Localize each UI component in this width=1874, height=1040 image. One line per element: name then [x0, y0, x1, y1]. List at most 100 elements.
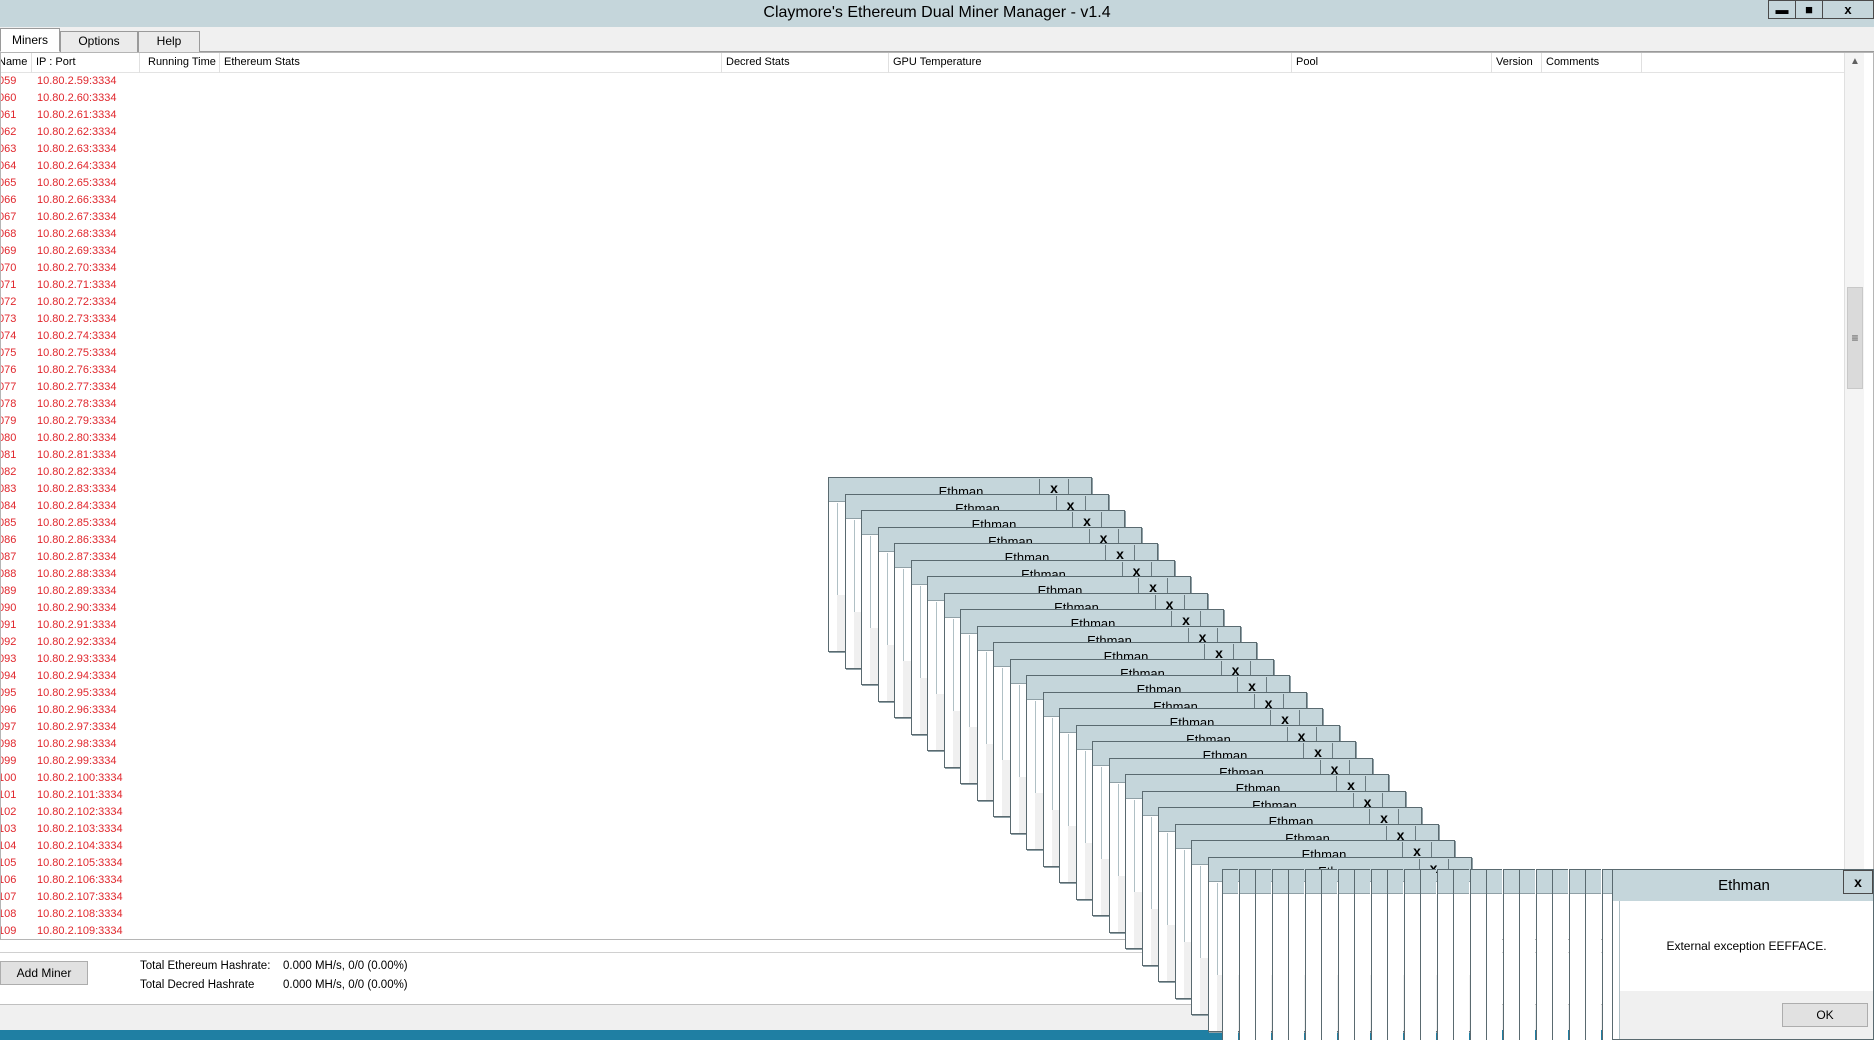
error-dialog-title-bar[interactable]: [1371, 870, 1387, 894]
error-dialog-title-bar[interactable]: [1503, 870, 1519, 894]
table-row[interactable]: 078 10.80.2.78:3334: [1, 397, 1846, 414]
error-dialog-title-bar[interactable]: [1239, 870, 1255, 894]
error-dialog[interactable]: [1321, 869, 1337, 1040]
error-dialog-title-bar[interactable]: [1272, 870, 1288, 894]
table-row[interactable]: 070 10.80.2.70:3334: [1, 261, 1846, 278]
table-row[interactable]: 072 10.80.2.72:3334: [1, 295, 1846, 312]
table-row[interactable]: 079 10.80.2.79:3334: [1, 414, 1846, 431]
error-dialog[interactable]: [1370, 869, 1387, 1040]
error-dialog[interactable]: [1519, 869, 1535, 1040]
column-header-gpu-temperature[interactable]: GPU Temperature: [889, 53, 1292, 73]
table-row[interactable]: 067 10.80.2.67:3334: [1, 210, 1846, 227]
column-header-decred-stats[interactable]: Decred Stats: [722, 53, 889, 73]
error-dialog[interactable]: [1354, 869, 1370, 1040]
table-row[interactable]: 075 10.80.2.75:3334: [1, 346, 1846, 363]
column-header-name[interactable]: Name: [1, 53, 32, 73]
error-dialog-title-bar[interactable]: [1421, 870, 1436, 894]
error-dialog-title-bar[interactable]: [1256, 870, 1271, 894]
close-button[interactable]: x: [1822, 0, 1874, 19]
vertical-scrollbar[interactable]: ▲ ≡ ▼: [1844, 53, 1864, 939]
error-dialog-title-bar[interactable]: [1437, 870, 1453, 894]
table-row[interactable]: 100 10.80.2.100:3334: [1, 771, 1846, 788]
table-row[interactable]: 073 10.80.2.73:3334: [1, 312, 1846, 329]
error-dialog[interactable]: [1469, 869, 1486, 1040]
error-dialog-title-bar[interactable]: [1454, 870, 1469, 894]
table-row[interactable]: 098 10.80.2.98:3334: [1, 737, 1846, 754]
error-dialog-title-bar[interactable]: [1470, 870, 1486, 894]
error-dialog[interactable]: [1387, 869, 1403, 1040]
error-dialog-title-bar[interactable]: [1569, 870, 1585, 894]
table-row[interactable]: 063 10.80.2.63:3334: [1, 142, 1846, 159]
table-row[interactable]: 103 10.80.2.103:3334: [1, 822, 1846, 839]
column-header-ethereum-stats[interactable]: Ethereum Stats: [220, 53, 722, 73]
error-dialog[interactable]: [1255, 869, 1271, 1040]
table-row[interactable]: 060 10.80.2.60:3334: [1, 91, 1846, 108]
error-dialog[interactable]: [1453, 869, 1469, 1040]
error-dialog-title-bar[interactable]: [1223, 870, 1238, 894]
error-dialog-title-bar[interactable]: [1388, 870, 1403, 894]
table-row[interactable]: 101 10.80.2.101:3334: [1, 788, 1846, 805]
minimize-button[interactable]: ▬: [1768, 0, 1796, 19]
error-dialog[interactable]: [1403, 869, 1420, 1040]
error-dialog-title-bar[interactable]: [1289, 870, 1304, 894]
table-row[interactable]: 071 10.80.2.71:3334: [1, 278, 1846, 295]
add-miner-button[interactable]: Add Miner: [0, 961, 88, 985]
maximize-button[interactable]: ■: [1795, 0, 1823, 19]
column-header-version[interactable]: Version: [1492, 53, 1542, 73]
tab-miners[interactable]: Miners: [0, 28, 60, 52]
table-row[interactable]: 080 10.80.2.80:3334: [1, 431, 1846, 448]
column-header-ip-port[interactable]: IP : Port: [32, 53, 140, 73]
error-dialog[interactable]: [1304, 869, 1321, 1040]
error-dialog[interactable]: [1420, 869, 1436, 1040]
column-header-pool[interactable]: Pool: [1292, 53, 1492, 73]
error-dialog-title-bar[interactable]: [1586, 870, 1601, 894]
error-dialog[interactable]: [1585, 869, 1601, 1040]
scroll-thumb[interactable]: ≡: [1847, 287, 1863, 389]
error-dialog-title-bar[interactable]: [1404, 870, 1420, 894]
error-dialog-title-bar[interactable]: [1536, 870, 1552, 894]
scroll-up-icon[interactable]: ▲: [1845, 53, 1865, 70]
table-row[interactable]: 099 10.80.2.99:3334: [1, 754, 1846, 771]
error-dialog-title-bar[interactable]: [1553, 870, 1568, 894]
table-row[interactable]: 069 10.80.2.69:3334: [1, 244, 1846, 261]
error-dialog-title-bar[interactable]: [1487, 870, 1502, 894]
table-row[interactable]: 076 10.80.2.76:3334: [1, 363, 1846, 380]
table-row[interactable]: 104 10.80.2.104:3334: [1, 839, 1846, 856]
error-dialog[interactable]: [1337, 869, 1354, 1040]
tab-options[interactable]: Options: [60, 31, 138, 52]
error-dialog[interactable]: [1288, 869, 1304, 1040]
error-dialog[interactable]: [1535, 869, 1552, 1040]
error-dialog-title-bar[interactable]: [1520, 870, 1535, 894]
table-row[interactable]: 059 10.80.2.59:3334: [1, 74, 1846, 91]
table-row[interactable]: 102 10.80.2.102:3334: [1, 805, 1846, 822]
table-row[interactable]: 064 10.80.2.64:3334: [1, 159, 1846, 176]
ok-button[interactable]: OK: [1782, 1003, 1868, 1027]
table-row[interactable]: 068 10.80.2.68:3334: [1, 227, 1846, 244]
error-dialog[interactable]: [1222, 869, 1238, 1040]
error-dialog[interactable]: [1502, 869, 1519, 1040]
table-row[interactable]: 066 10.80.2.66:3334: [1, 193, 1846, 210]
table-row[interactable]: 077 10.80.2.77:3334: [1, 380, 1846, 397]
table-row[interactable]: 061 10.80.2.61:3334: [1, 108, 1846, 125]
table-row[interactable]: 065 10.80.2.65:3334: [1, 176, 1846, 193]
error-dialog[interactable]: [1436, 869, 1453, 1040]
error-dialog-title-bar[interactable]: [1355, 870, 1370, 894]
error-dialog[interactable]: Ethman x External exception EEFFACE. OK: [1612, 869, 1874, 1040]
error-dialog[interactable]: [1271, 869, 1288, 1040]
error-dialog[interactable]: [1238, 869, 1255, 1040]
table-row[interactable]: 062 10.80.2.62:3334: [1, 125, 1846, 142]
error-dialog-title-bar[interactable]: [1305, 870, 1321, 894]
title-bar[interactable]: Claymore's Ethereum Dual Miner Manager -…: [0, 0, 1874, 27]
close-icon[interactable]: x: [1843, 870, 1873, 894]
error-dialog-title-bar[interactable]: Ethman x: [1613, 870, 1873, 901]
column-header-comments[interactable]: Comments: [1542, 53, 1642, 73]
error-dialog-title-bar[interactable]: [1322, 870, 1337, 894]
error-dialog[interactable]: [1552, 869, 1568, 1040]
tab-help[interactable]: Help: [138, 31, 200, 52]
table-row[interactable]: 081 10.80.2.81:3334: [1, 448, 1846, 465]
error-dialog[interactable]: [1486, 869, 1502, 1040]
error-dialog[interactable]: [1568, 869, 1585, 1040]
error-dialog-title-bar[interactable]: [1338, 870, 1354, 894]
table-row[interactable]: 074 10.80.2.74:3334: [1, 329, 1846, 346]
column-header-running-time[interactable]: Running Time: [140, 53, 220, 73]
